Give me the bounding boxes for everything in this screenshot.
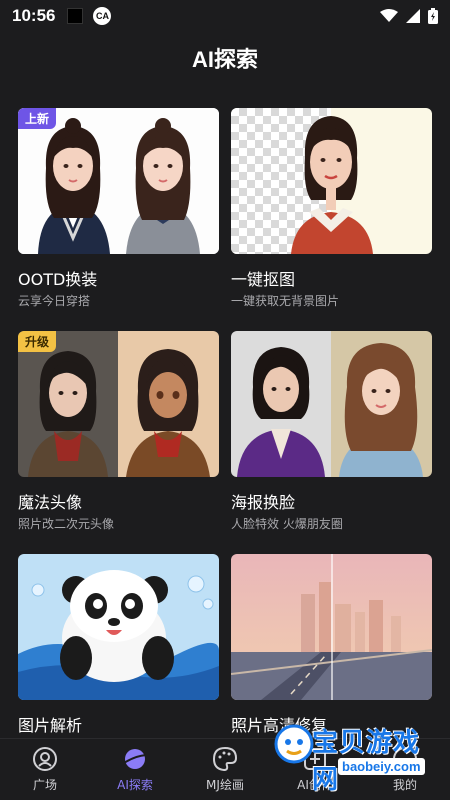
card-thumbnail-poster-faceswap <box>231 331 432 477</box>
palette-icon <box>212 746 238 772</box>
feature-card-poster-faceswap[interactable]: 海报换脸 人脸特效 火爆朋友圈 <box>231 331 432 532</box>
nav-label: 广场 <box>32 778 57 792</box>
feature-card-magic-avatar[interactable]: 升级 魔法头像 照片改二次元头像 <box>18 331 219 532</box>
card-thumbnail-cutout <box>231 108 432 254</box>
card-title: 海报换脸 <box>231 493 296 512</box>
nav-item-plaza[interactable]: 广场 <box>5 746 85 793</box>
plaza-icon <box>32 746 58 772</box>
cutout-portrait-image <box>231 108 432 254</box>
status-time: 10:56 <box>12 6 56 25</box>
feature-card-ootd[interactable]: 上新 OOTD换装 云享今日穿搭 <box>18 108 219 309</box>
panda-image <box>18 554 219 700</box>
cityscape-image <box>231 554 432 700</box>
battery-icon <box>428 8 438 24</box>
wifi-icon <box>380 9 398 22</box>
feature-card-image-analysis[interactable]: 图片解析 <box>18 554 219 738</box>
page-title: AI探索 <box>191 47 258 72</box>
feature-card-photo-hd-restore[interactable]: 照片高清修复 <box>231 554 432 738</box>
card-title: OOTD换装 <box>18 270 98 289</box>
mascot-logo-icon <box>274 724 314 764</box>
watermark-url: baobeiy.com <box>338 758 425 775</box>
nav-label: AI探索 <box>117 778 153 792</box>
nav-item-mj-paint[interactable]: MJ绘画 <box>185 746 265 793</box>
upgrade-badge: 升级 <box>18 331 57 352</box>
card-thumbnail-image-analysis <box>18 554 219 700</box>
feature-grid: 上新 OOTD换装 云享今日穿搭 一键抠图 一键获取无背景图片 升级 魔法头像 … <box>18 108 432 738</box>
feature-card-cutout[interactable]: 一键抠图 一键获取无背景图片 <box>231 108 432 309</box>
card-description: 一键获取无背景图片 <box>231 294 340 308</box>
notification-icon <box>67 8 84 24</box>
faceswap-image <box>231 331 432 477</box>
card-description: 人脸特效 火爆朋友圈 <box>231 517 343 531</box>
card-description: 照片改二次元头像 <box>18 517 115 531</box>
magic-avatar-image <box>18 331 219 477</box>
card-thumbnail-photo-hd-restore <box>231 554 432 700</box>
card-title: 魔法头像 <box>18 493 83 512</box>
card-thumbnail-ootd: 上新 <box>18 108 219 254</box>
app-notification-icon: CA <box>93 7 112 25</box>
status-indicators <box>380 8 438 24</box>
card-thumbnail-magic-avatar: 升级 <box>18 331 219 477</box>
card-title: 一键抠图 <box>231 270 296 289</box>
nav-item-ai-explore[interactable]: AI探索 <box>95 746 175 793</box>
ootd-girls-image <box>18 108 219 254</box>
status-bar: 10:56 CA <box>0 0 450 32</box>
card-description: 云享今日穿搭 <box>18 294 91 308</box>
watermark: 宝贝游戏网 baobeiy.com <box>272 720 442 794</box>
explore-planet-icon <box>122 746 148 772</box>
nav-label: MJ绘画 <box>206 778 244 792</box>
card-title: 图片解析 <box>18 716 83 735</box>
new-badge: 上新 <box>18 108 57 129</box>
signal-icon <box>406 9 420 23</box>
